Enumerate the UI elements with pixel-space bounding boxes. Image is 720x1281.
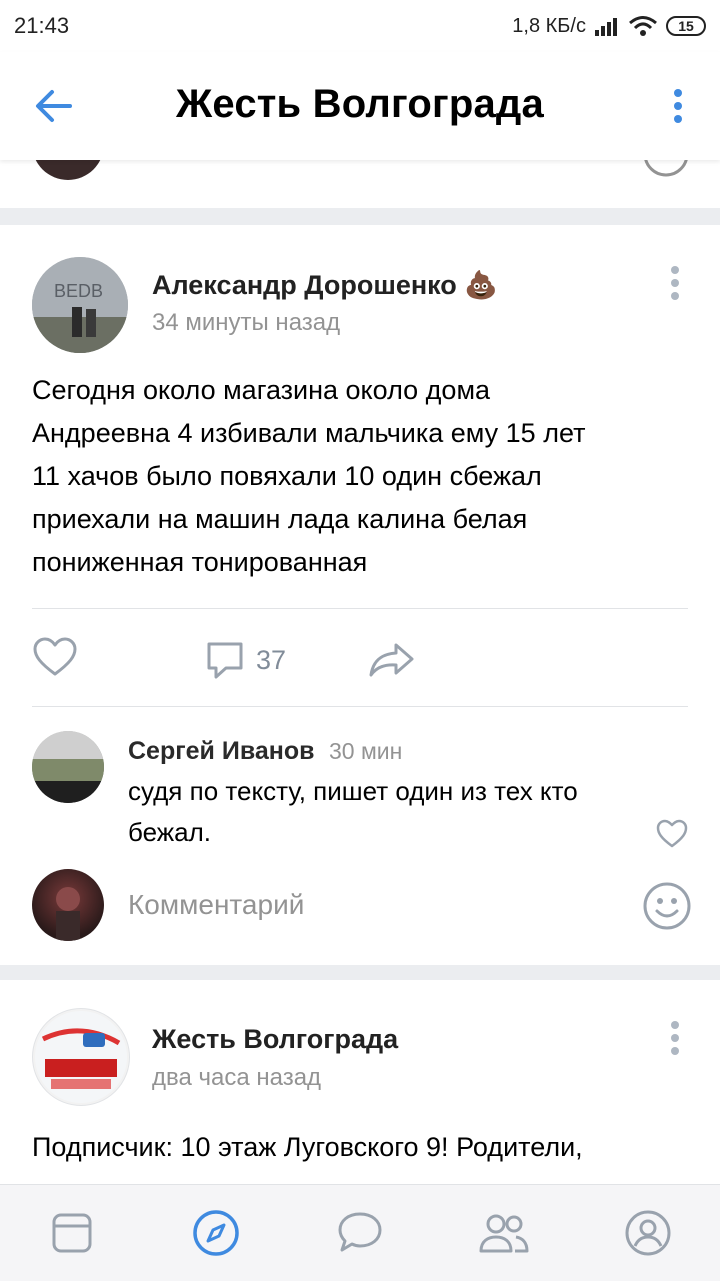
community-logo bbox=[35, 1011, 127, 1103]
wifi-icon bbox=[629, 16, 657, 36]
emoji-button[interactable] bbox=[642, 881, 692, 936]
emoji-icon bbox=[644, 160, 688, 177]
author-name[interactable]: Жесть Волгограда bbox=[152, 1024, 398, 1055]
share-button[interactable] bbox=[368, 639, 416, 679]
post-time: два часа назад bbox=[152, 1064, 322, 1091]
explore-icon bbox=[193, 1210, 239, 1256]
post-text: Сегодня около магазина около дома Андрее… bbox=[32, 369, 692, 584]
more-vertical-icon bbox=[671, 1021, 679, 1055]
text-line: судя по тексту, пишет один из тех кто bbox=[128, 776, 578, 806]
comment-input[interactable]: Комментарий bbox=[128, 889, 304, 921]
messages-icon bbox=[338, 1212, 382, 1252]
avatar bbox=[32, 160, 104, 180]
nav-profile[interactable] bbox=[618, 1203, 678, 1263]
post-menu-button[interactable] bbox=[670, 1020, 680, 1056]
text-line: бежал. bbox=[128, 817, 212, 847]
share-icon bbox=[369, 643, 414, 677]
status-indicators: 1,8 КБ/с 15 bbox=[512, 15, 706, 38]
comment-time: 30 мин bbox=[328, 738, 403, 764]
author-avatar[interactable]: BEDB bbox=[32, 257, 128, 353]
post-card: Жесть Волгограда два часа назад Подписчи… bbox=[0, 980, 720, 1190]
nav-messages[interactable] bbox=[330, 1203, 390, 1263]
emoji-icon bbox=[643, 882, 691, 930]
post-time: 34 минуты назад bbox=[152, 309, 341, 336]
text-line: Сегодня около магазина около дома bbox=[32, 375, 491, 405]
signal-icon bbox=[595, 18, 617, 36]
post-menu-button[interactable] bbox=[670, 265, 680, 301]
text-line: пониженная тонированная bbox=[32, 547, 368, 577]
post-text: Подписчик: 10 этаж Луговского 9! Родител… bbox=[32, 1132, 583, 1162]
nav-news[interactable] bbox=[42, 1203, 102, 1263]
battery-icon: 15 bbox=[666, 16, 706, 36]
app-header: Жесть Волгограда bbox=[0, 52, 720, 160]
network-speed: 1,8 КБ/с bbox=[512, 14, 586, 37]
my-avatar[interactable] bbox=[32, 869, 104, 941]
comment-icon bbox=[207, 642, 243, 679]
page-title: Жесть Волгограда bbox=[176, 82, 544, 126]
text-line: 11 хачов было повяхали 10 один сбежал bbox=[32, 461, 542, 491]
divider bbox=[32, 608, 688, 609]
status-bar: 21:43 1,8 КБ/с 15 bbox=[0, 0, 720, 52]
like-button[interactable] bbox=[32, 635, 78, 681]
more-vertical-icon bbox=[671, 266, 679, 300]
heart-icon bbox=[33, 637, 77, 676]
text-line: Андреевна 4 избивали мальчика ему 15 лет bbox=[32, 418, 586, 448]
previous-comment-card bbox=[0, 160, 720, 208]
heart-icon bbox=[656, 819, 688, 848]
author-name[interactable]: Александр Дорошенко 💩 bbox=[152, 269, 498, 301]
text-line: приехали на машин лада калина белая bbox=[32, 504, 528, 534]
friends-icon bbox=[479, 1214, 529, 1253]
comments-count: 37 bbox=[256, 644, 287, 675]
more-button[interactable] bbox=[672, 88, 684, 124]
poop-emoji: 💩 bbox=[464, 270, 498, 300]
divider bbox=[32, 706, 688, 707]
avatar-photo bbox=[56, 887, 80, 941]
clock: 21:43 bbox=[14, 13, 70, 38]
more-vertical-icon bbox=[674, 89, 682, 123]
avatar-photo bbox=[32, 731, 104, 803]
commenter-avatar[interactable] bbox=[32, 731, 104, 803]
comment-author[interactable]: Сергей Иванов bbox=[128, 737, 315, 765]
nav-friends[interactable] bbox=[474, 1203, 534, 1263]
avatar-photo: BEDB bbox=[32, 257, 128, 353]
comment-text: судя по тексту, пишет один из тех кто бе… bbox=[128, 771, 648, 853]
comment-button[interactable]: 37 bbox=[204, 639, 286, 681]
news-icon bbox=[52, 1213, 92, 1253]
post-card: BEDB Александр Дорошенко 💩 34 минуты наз… bbox=[0, 225, 720, 965]
nav-explore[interactable] bbox=[186, 1203, 246, 1263]
svg-text:BEDB: BEDB bbox=[54, 281, 103, 301]
bottom-navigation bbox=[0, 1184, 720, 1281]
comment-header: Сергей Иванов 30 мин bbox=[128, 737, 402, 766]
profile-icon bbox=[625, 1210, 671, 1256]
community-avatar[interactable] bbox=[32, 1008, 130, 1106]
comment-like-button[interactable] bbox=[656, 819, 688, 854]
